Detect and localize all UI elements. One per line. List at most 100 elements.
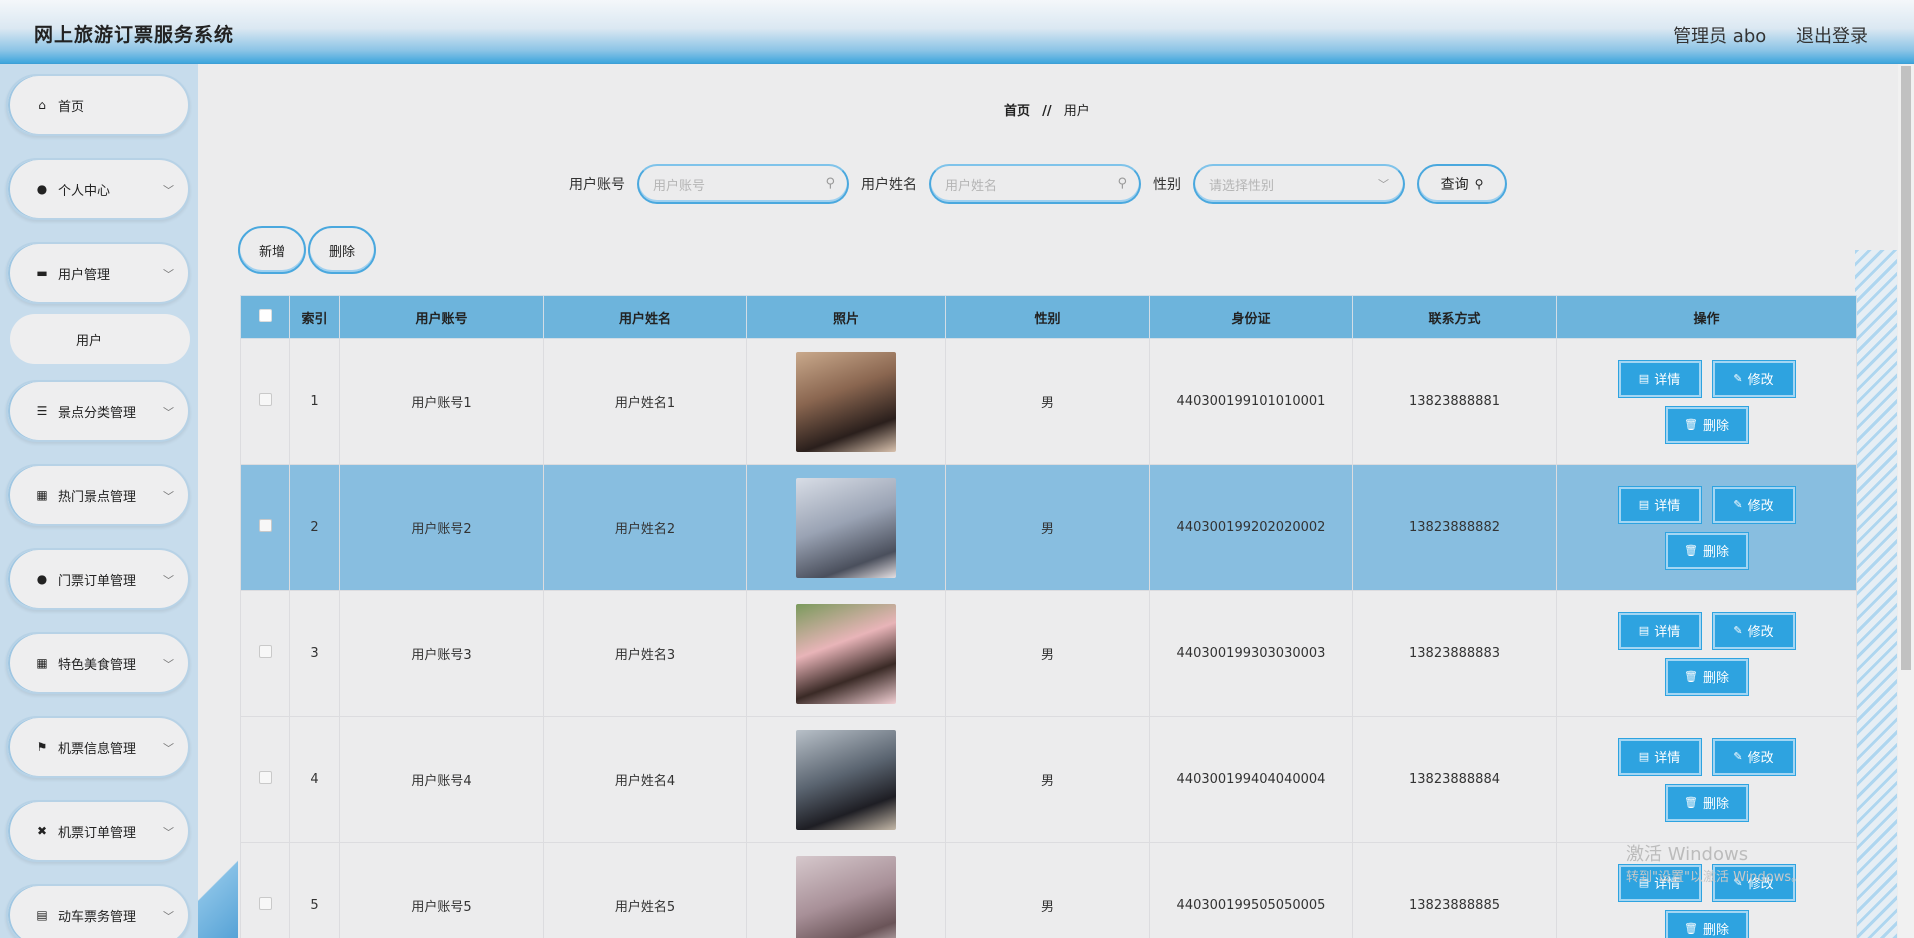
sidebar-item-ticket-orders[interactable]: ● 门票订单管理 ﹀ (6, 548, 190, 610)
name-label: 用户姓名 (861, 177, 917, 193)
list-icon: ☰ (36, 404, 48, 418)
clipboard-icon: ▤ (36, 908, 48, 922)
sidebar-item-label: 用户管理 (58, 267, 111, 283)
table-row[interactable]: 3 用户账号3 用户姓名3 男 440300199303030003 1382388888… (240, 590, 1857, 717)
batch-delete-button[interactable]: 删除 (308, 226, 376, 274)
gender-select[interactable]: 请选择性别 ﹀ (1193, 164, 1405, 204)
search-form: 用户账号 用户账号 ⚲ 用户姓名 用户姓名 ⚲ 性别 请选择性别 ﹀ 查询 ⚲ (569, 164, 1507, 204)
delete-label: 删除 (1702, 671, 1729, 686)
sidebar-item-home[interactable]: ⌂ 首页 (6, 74, 190, 136)
header-index: 索引 (289, 295, 340, 339)
table-row[interactable]: 4 用户账号4 用户姓名4 男 440300199404040004 1382388888… (240, 716, 1857, 843)
row-checkbox[interactable] (258, 645, 272, 658)
edit-button[interactable]: ✎ 修改 (1712, 486, 1795, 523)
row-select-cell[interactable] (240, 338, 290, 465)
sidebar-item-train-tickets[interactable]: ▤ 动车票务管理 ﹀ (6, 884, 190, 938)
row-checkbox[interactable] (258, 897, 272, 910)
row-checkbox[interactable] (258, 771, 272, 784)
cell-name: 用户姓名4 (543, 716, 747, 843)
add-button[interactable]: 新增 (238, 226, 306, 274)
sidebar-item-flight-orders[interactable]: ✖ 机票订单管理 ﹀ (6, 800, 190, 862)
vertical-scrollbar[interactable] (1898, 64, 1914, 938)
header-operations: 操作 (1556, 295, 1857, 339)
detail-button[interactable]: ▤ 详情 (1618, 612, 1701, 649)
cell-index: 5 (289, 842, 340, 938)
select-all-cell[interactable] (240, 295, 290, 339)
sidebar-item-scenic-category[interactable]: ☰ 景点分类管理 ﹀ (6, 380, 190, 442)
delete-button[interactable]: 🗑 删除 (1665, 784, 1748, 821)
sidebar-item-label: 动车票务管理 (58, 909, 137, 925)
sidebar-item-label: 热门景点管理 (58, 489, 137, 505)
detail-button[interactable]: ▤ 详情 (1618, 360, 1701, 397)
edit-button[interactable]: ✎ 修改 (1712, 360, 1795, 397)
sidebar-subitem-users[interactable]: 用户 (10, 314, 190, 364)
cell-phone: 13823888884 (1352, 716, 1557, 843)
name-placeholder: 用户姓名 (945, 178, 998, 194)
sidebar: ⌂ 首页 ● 个人中心 ﹀ ▬ 用户管理 ﹀ 用户 ☰ 景点分类管理 ﹀ ▦ 热… (0, 64, 198, 938)
edit-button[interactable]: ✎ 修改 (1712, 738, 1795, 775)
sidebar-item-personal-center[interactable]: ● 个人中心 ﹀ (6, 158, 190, 220)
header-photo: 照片 (746, 295, 946, 339)
table-row[interactable]: 2 用户账号2 用户姓名2 男 440300199202020002 1382388888… (240, 464, 1857, 591)
cell-id-card: 440300199303030003 (1149, 590, 1353, 717)
edit-button[interactable]: ✎ 修改 (1712, 612, 1795, 649)
delete-button[interactable]: 🗑 删除 (1665, 532, 1748, 569)
cell-name: 用户姓名3 (543, 590, 747, 717)
cell-phone: 13823888883 (1352, 590, 1557, 717)
cell-photo (746, 338, 946, 465)
gender-placeholder: 请选择性别 (1209, 178, 1275, 194)
breadcrumb-current: 用户 (1063, 104, 1090, 119)
cell-operations: ▤ 详情 ✎ 修改 🗑 删除 (1556, 716, 1857, 843)
row-select-cell[interactable] (240, 464, 290, 591)
chevron-down-icon: ﹀ (163, 826, 174, 839)
sidebar-item-food[interactable]: ▦ 特色美食管理 ﹀ (6, 632, 190, 694)
chevron-down-icon: ﹀ (163, 490, 174, 503)
cell-phone: 13823888881 (1352, 338, 1557, 465)
sidebar-item-label: 特色美食管理 (58, 657, 137, 673)
sidebar-item-flight-info[interactable]: ⚑ 机票信息管理 ﹀ (6, 716, 190, 778)
detail-button[interactable]: ▤ 详情 (1618, 738, 1701, 775)
account-search-input[interactable]: 用户账号 ⚲ (637, 164, 849, 204)
action-row: 新增 删除 (238, 226, 378, 274)
detail-label: 详情 (1654, 499, 1681, 514)
detail-label: 详情 (1654, 625, 1681, 640)
sidebar-item-label: 首页 (58, 99, 85, 115)
chevron-down-icon: ﹀ (1378, 178, 1389, 191)
query-button[interactable]: 查询 ⚲ (1417, 164, 1507, 204)
breadcrumb: 首页 // 用户 (1004, 100, 1090, 119)
cell-account: 用户账号5 (339, 842, 544, 938)
sidebar-item-user-management[interactable]: ▬ 用户管理 ﹀ (6, 242, 190, 304)
sidebar-item-label: 景点分类管理 (58, 405, 137, 421)
row-select-cell[interactable] (240, 842, 290, 938)
delete-button[interactable]: 🗑 删除 (1665, 910, 1748, 938)
cell-photo (746, 842, 946, 938)
edit-label: 修改 (1747, 625, 1774, 640)
logout-link[interactable]: 退出登录 (1796, 26, 1868, 47)
windows-activation-watermark: 激活 Windows (1626, 844, 1749, 865)
row-checkbox[interactable] (258, 519, 272, 532)
scrollbar-thumb[interactable] (1901, 66, 1911, 670)
delete-button[interactable]: 🗑 删除 (1665, 406, 1748, 443)
name-search-input[interactable]: 用户姓名 ⚲ (929, 164, 1141, 204)
top-bar: 网上旅游订票服务系统 管理员 abo 退出登录 (0, 0, 1914, 64)
grid-icon: ▦ (36, 656, 48, 670)
row-select-cell[interactable] (240, 590, 290, 717)
select-all-checkbox[interactable] (258, 308, 272, 322)
row-checkbox[interactable] (258, 393, 272, 406)
user-photo (796, 603, 896, 704)
delete-button[interactable]: 🗑 删除 (1665, 658, 1748, 695)
row-select-cell[interactable] (240, 716, 290, 843)
cell-index: 1 (289, 338, 340, 465)
detail-button[interactable]: ▤ 详情 (1618, 486, 1701, 523)
chevron-down-icon: ﹀ (163, 406, 174, 419)
sidebar-item-hot-scenic[interactable]: ▦ 热门景点管理 ﹀ (6, 464, 190, 526)
user-photo (796, 855, 896, 938)
grid-icon: ▦ (36, 488, 48, 502)
sidebar-item-label: 门票订单管理 (58, 573, 137, 589)
breadcrumb-home[interactable]: 首页 (1004, 104, 1030, 119)
table-row[interactable]: 1 用户账号1 用户姓名1 男 440300199101010001 1382388888… (240, 338, 1857, 465)
cell-gender: 男 (945, 338, 1150, 465)
table-row[interactable]: 5 用户账号5 用户姓名5 男 440300199505050005 1382388888… (240, 842, 1857, 938)
header-account: 用户账号 (339, 295, 544, 339)
account-placeholder: 用户账号 (653, 178, 706, 194)
